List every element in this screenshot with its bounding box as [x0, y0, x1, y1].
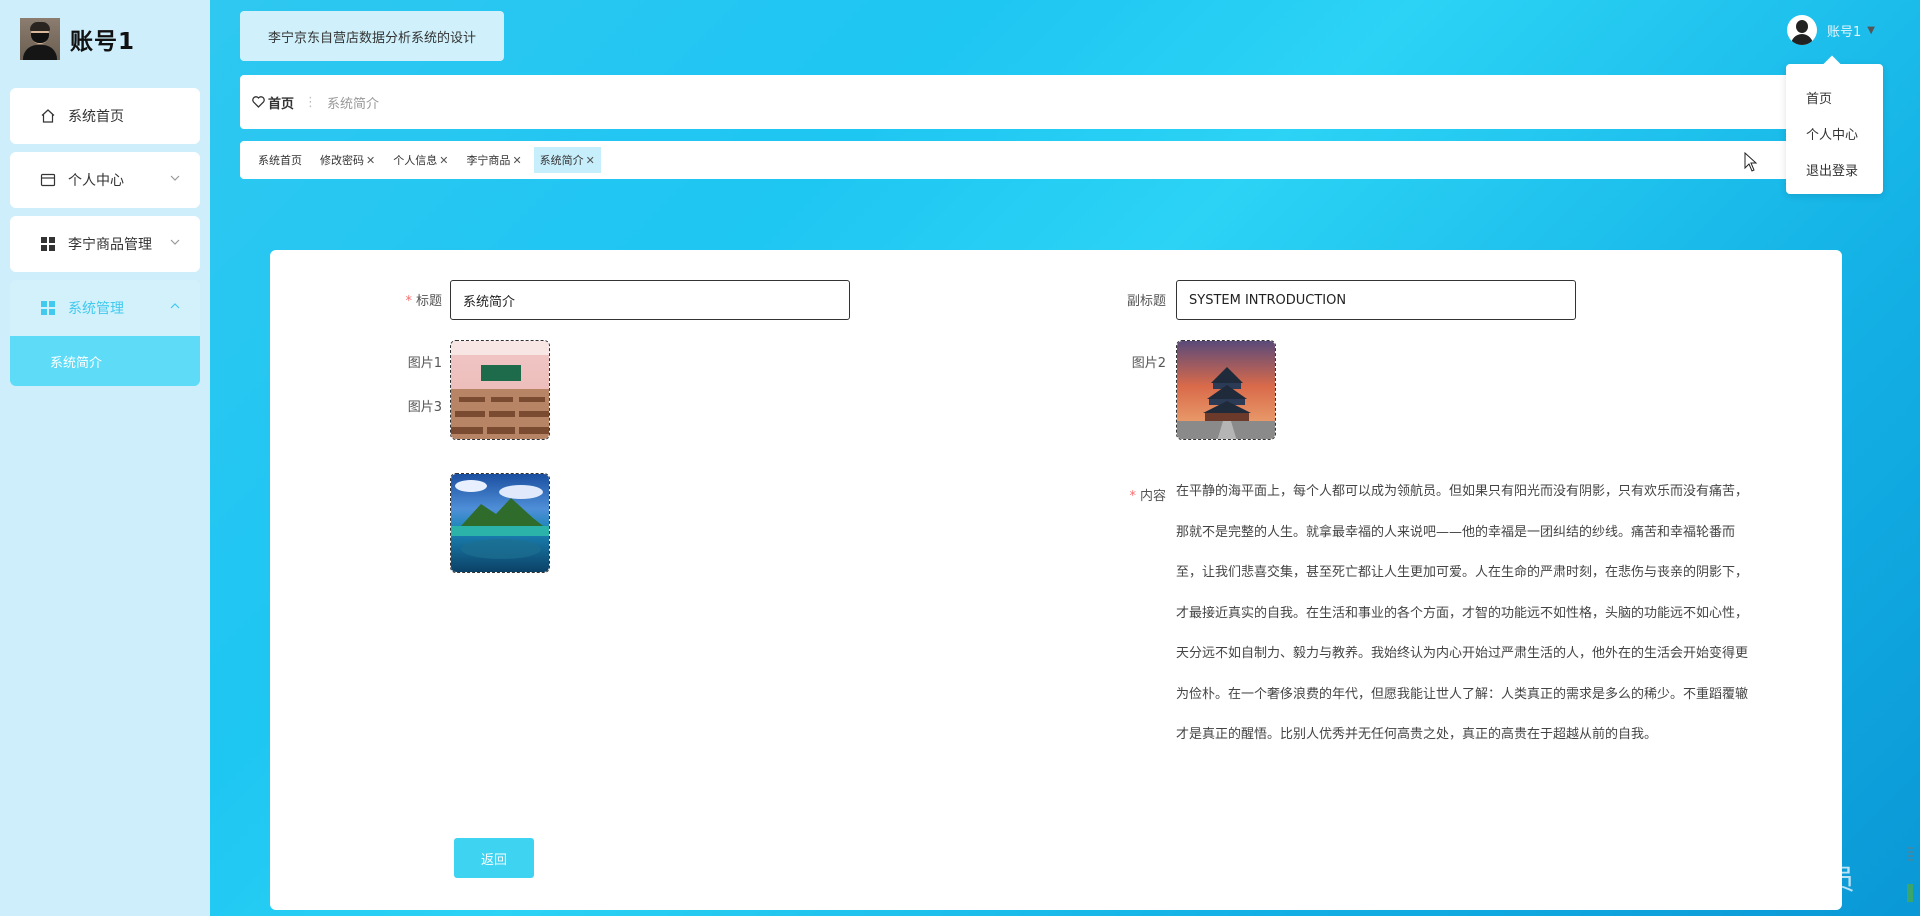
sidebar-item-label: 系统首页: [68, 109, 124, 125]
dropdown-item-logout[interactable]: 退出登录: [1786, 151, 1883, 187]
user-menu-trigger[interactable]: 账号1 ▼: [1787, 14, 1875, 46]
tab-li-ning-products[interactable]: 李宁商品 ✕: [460, 147, 527, 173]
chevron-down-icon: [170, 173, 180, 184]
tab-label: 系统简介: [539, 154, 584, 167]
close-icon[interactable]: ✕: [512, 154, 521, 167]
breadcrumb-home-label: 首页: [268, 96, 295, 112]
close-icon[interactable]: ✕: [366, 154, 375, 167]
scrollbar-thumb[interactable]: [1906, 844, 1914, 904]
sidebar-item-home[interactable]: 系统首页: [10, 88, 200, 144]
sidebar: 账号1 系统首页 个人中心 李宁商品管理 系统管理 系统简介: [0, 0, 210, 916]
user-name: 账号1: [1827, 24, 1862, 40]
watermark: CSDN @毕业程序员: [1588, 863, 1856, 896]
title-label: * 标题: [405, 294, 442, 309]
chevron-down-icon: [170, 237, 180, 248]
back-button[interactable]: 返回: [454, 838, 534, 878]
content-label-text: * 内容: [1129, 489, 1166, 504]
picture3-label: 图片3: [407, 400, 442, 415]
heart-icon: [252, 96, 265, 108]
sidebar-item-label: 李宁商品管理: [68, 237, 152, 253]
breadcrumb-separator: ⋮: [304, 94, 318, 110]
dropdown-item-home[interactable]: 首页: [1786, 79, 1883, 115]
brand: 账号1: [20, 18, 135, 60]
picture1-label: 图片1: [407, 356, 442, 371]
sidebar-item-personal-center[interactable]: 个人中心: [10, 152, 200, 208]
content-text: 在平静的海平面上，每个人都可以成为领航员。但如果只有阳光而没有阴影，只有欢乐而没…: [1176, 484, 1749, 742]
grid-icon: [40, 300, 56, 316]
intro-form-card: * 标题 系统简介 副标题 SYSTEM INTRODUCTION 图片1 图片2: [270, 250, 1842, 910]
tab-label: 修改密码: [320, 154, 364, 167]
sidebar-menu: 系统首页 个人中心 李宁商品管理 系统管理 系统简介: [10, 88, 200, 394]
picture2-label: 图片2: [1131, 356, 1166, 371]
system-title: 李宁京东自营店数据分析系统的设计: [240, 11, 504, 61]
sidebar-item-product-management[interactable]: 李宁商品管理: [10, 216, 200, 272]
sidebar-group-system-management: 系统管理 系统简介: [10, 280, 200, 386]
sidebar-item-label: 个人中心: [68, 173, 124, 189]
caret-down-icon: ▼: [1867, 24, 1875, 36]
user-dropdown-menu: 首页 个人中心 退出登录: [1786, 64, 1883, 194]
avatar: [1787, 15, 1817, 45]
brand-name: 账号1: [70, 29, 136, 55]
subtitle-label: 副标题: [1126, 294, 1166, 309]
grid-icon: [40, 236, 56, 252]
close-icon[interactable]: ✕: [586, 154, 595, 167]
subtitle-field[interactable]: SYSTEM INTRODUCTION: [1176, 280, 1576, 320]
breadcrumb-home[interactable]: 首页: [252, 93, 294, 112]
close-icon[interactable]: ✕: [439, 154, 448, 167]
picture2-image[interactable]: [1176, 340, 1276, 440]
dropdown-item-personal-center[interactable]: 个人中心: [1786, 115, 1883, 151]
breadcrumb-current: 系统简介: [327, 96, 380, 112]
tags-view: 系统首页 修改密码 ✕ 个人信息 ✕ 李宁商品 ✕ 系统简介 ✕: [240, 141, 1800, 179]
picture1-image[interactable]: [450, 340, 550, 440]
chevron-up-icon: [170, 301, 180, 312]
tab-label: 系统首页: [258, 154, 302, 167]
tab-label: 个人信息: [393, 154, 438, 167]
card-icon: [40, 172, 56, 188]
tab-change-password[interactable]: 修改密码 ✕: [314, 147, 381, 173]
avatar: [20, 18, 60, 60]
home-icon: [40, 108, 56, 124]
sidebar-item-system-management[interactable]: 系统管理: [10, 280, 200, 336]
picture3-image[interactable]: [450, 473, 550, 573]
tab-system-intro[interactable]: 系统简介 ✕: [533, 147, 601, 173]
breadcrumb: 首页 ⋮ 系统简介: [240, 75, 1800, 129]
mouse-cursor-icon: [1744, 152, 1758, 172]
tab-personal-info[interactable]: 个人信息 ✕: [387, 147, 454, 173]
sidebar-subitem-system-intro[interactable]: 系统简介: [10, 336, 200, 386]
sidebar-item-label: 系统管理: [68, 301, 124, 317]
title-field[interactable]: 系统简介: [450, 280, 850, 320]
tab-label: 李宁商品: [466, 154, 511, 167]
tab-system-home[interactable]: 系统首页: [252, 147, 308, 173]
